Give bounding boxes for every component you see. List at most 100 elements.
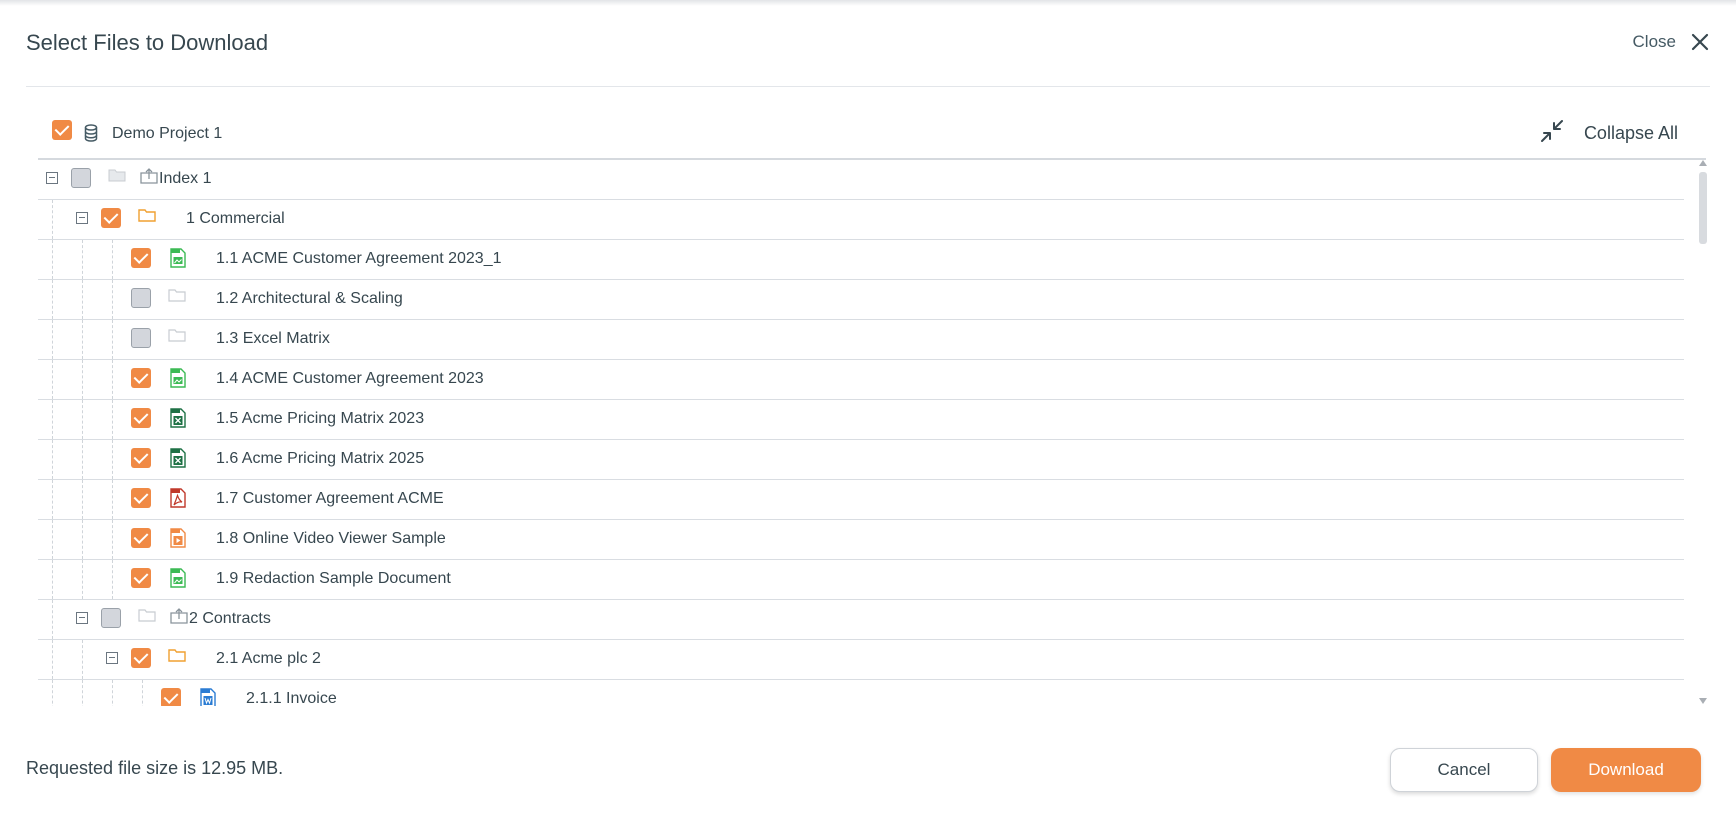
empty-folder-icon	[168, 288, 186, 307]
row-label: 1.7 Customer Agreement ACME	[216, 490, 444, 507]
excel-file-icon	[170, 448, 186, 473]
tree-row-1-3[interactable]: 1.3 Excel Matrix	[38, 320, 1684, 360]
row-label: Index 1	[159, 170, 212, 187]
tree-row-index-1[interactable]: Index 1	[38, 160, 1684, 200]
tree-row-1-8[interactable]: 1.8 Online Video Viewer Sample	[38, 520, 1684, 560]
row-checkbox[interactable]	[101, 608, 121, 628]
cancel-button[interactable]: Cancel	[1390, 748, 1538, 792]
tree-guide	[52, 200, 53, 239]
tree-guide	[52, 600, 53, 639]
word-file-icon	[200, 688, 216, 706]
tree-guide	[112, 520, 113, 559]
tree-guide	[82, 320, 83, 359]
tree-guide	[112, 240, 113, 279]
tree-row-1-9[interactable]: 1.9 Redaction Sample Document	[38, 560, 1684, 600]
row-label: 2.1 Acme plc 2	[216, 650, 321, 667]
tree-guide	[52, 280, 53, 319]
row-checkbox[interactable]	[131, 288, 151, 308]
tree-guide	[82, 680, 83, 706]
tree-row-1-5[interactable]: 1.5 Acme Pricing Matrix 2023	[38, 400, 1684, 440]
tree-guide	[82, 240, 83, 279]
project-checkbox[interactable]	[52, 120, 72, 140]
row-checkbox[interactable]	[101, 208, 121, 228]
tree-guide	[82, 360, 83, 399]
tree-guide	[52, 360, 53, 399]
project-row: Demo Project 1 Collapse All	[38, 112, 1706, 160]
move-in-icon	[170, 608, 188, 629]
collapse-toggle[interactable]	[106, 652, 118, 664]
row-label: 1.1 ACME Customer Agreement 2023_1	[216, 250, 502, 267]
scroll-down-arrow[interactable]	[1699, 698, 1707, 704]
tree-guide	[112, 560, 113, 599]
collapse-toggle[interactable]	[76, 612, 88, 624]
collapse-all-label: Collapse All	[1583, 123, 1678, 143]
row-checkbox[interactable]	[131, 368, 151, 388]
dialog-title: Select Files to Download	[26, 30, 269, 55]
row-checkbox[interactable]	[131, 248, 151, 268]
tree-row-1-2[interactable]: 1.2 Architectural & Scaling	[38, 280, 1684, 320]
collapse-toggle[interactable]	[46, 172, 58, 184]
row-checkbox[interactable]	[131, 448, 151, 468]
row-label: 1.8 Online Video Viewer Sample	[216, 530, 446, 547]
close-button[interactable]: Close	[1633, 24, 1710, 60]
row-checkbox[interactable]	[131, 648, 151, 668]
row-label: 1.2 Architectural & Scaling	[216, 290, 403, 307]
tree-row-2-1[interactable]: 2.1 Acme plc 2	[38, 640, 1684, 680]
row-checkbox[interactable]	[131, 408, 151, 428]
tree-guide	[52, 680, 53, 706]
tree-row-1-7[interactable]: 1.7 Customer Agreement ACME	[38, 480, 1684, 520]
empty-folder-icon	[138, 608, 156, 627]
dialog-header: Select Files to Download Close	[26, 18, 1710, 87]
row-label: 1 Commercial	[186, 210, 285, 227]
tree-guide	[82, 520, 83, 559]
tree-guide	[52, 560, 53, 599]
excel-file-icon	[170, 408, 186, 433]
row-checkbox[interactable]	[71, 168, 91, 188]
tree-row-2-1-1[interactable]: 2.1.1 Invoice	[38, 680, 1684, 706]
tree-guide	[112, 280, 113, 319]
row-label: 1.5 Acme Pricing Matrix 2023	[216, 410, 425, 427]
tree-row-1-1[interactable]: 1.1 ACME Customer Agreement 2023_1	[38, 240, 1684, 280]
database-icon	[84, 124, 98, 147]
tree-guide	[52, 440, 53, 479]
tree-row-1-4[interactable]: 1.4 ACME Customer Agreement 2023	[38, 360, 1684, 400]
file-tree-panel: Demo Project 1 Collapse All Index 1 1 Co…	[38, 112, 1706, 706]
row-label: 1.6 Acme Pricing Matrix 2025	[216, 450, 425, 467]
row-label: 1.4 ACME Customer Agreement 2023	[216, 370, 484, 387]
collapse-toggle[interactable]	[76, 212, 88, 224]
tree-guide	[112, 680, 113, 706]
requested-size-text: Requested file size is 12.95 MB.	[26, 758, 284, 778]
image-file-icon	[170, 248, 186, 273]
row-label: 2 Contracts	[189, 610, 271, 627]
folder-icon	[168, 648, 186, 667]
row-checkbox[interactable]	[131, 488, 151, 508]
row-checkbox[interactable]	[131, 328, 151, 348]
tree-guide	[52, 480, 53, 519]
tree-guide	[52, 400, 53, 439]
collapse-all-button[interactable]: Collapse All	[1540, 119, 1678, 148]
tree-guide	[52, 240, 53, 279]
tree-guide	[142, 680, 143, 706]
tree-guide	[112, 360, 113, 399]
scroll-thumb[interactable]	[1699, 172, 1707, 244]
tree-guide	[82, 280, 83, 319]
tree-guide	[82, 560, 83, 599]
tree-row-1-commercial[interactable]: 1 Commercial	[38, 200, 1684, 240]
collapse-arrows-icon	[1540, 119, 1564, 148]
row-label: 2.1.1 Invoice	[246, 690, 337, 706]
tree-scrollbar[interactable]	[1698, 160, 1708, 704]
row-checkbox[interactable]	[131, 568, 151, 588]
close-label: Close	[1632, 32, 1676, 51]
tree-row-2-contracts[interactable]: 2 Contracts	[38, 600, 1684, 640]
tree-guide	[112, 400, 113, 439]
scroll-up-arrow[interactable]	[1699, 160, 1707, 166]
close-x-icon[interactable]	[1690, 32, 1710, 52]
row-checkbox[interactable]	[131, 528, 151, 548]
tree-guide	[112, 320, 113, 359]
tree-guide	[112, 480, 113, 519]
row-checkbox[interactable]	[161, 688, 181, 706]
tree-guide	[82, 400, 83, 439]
download-button[interactable]: Download	[1551, 748, 1701, 792]
tree-row-1-6[interactable]: 1.6 Acme Pricing Matrix 2025	[38, 440, 1684, 480]
tree-guide	[112, 440, 113, 479]
